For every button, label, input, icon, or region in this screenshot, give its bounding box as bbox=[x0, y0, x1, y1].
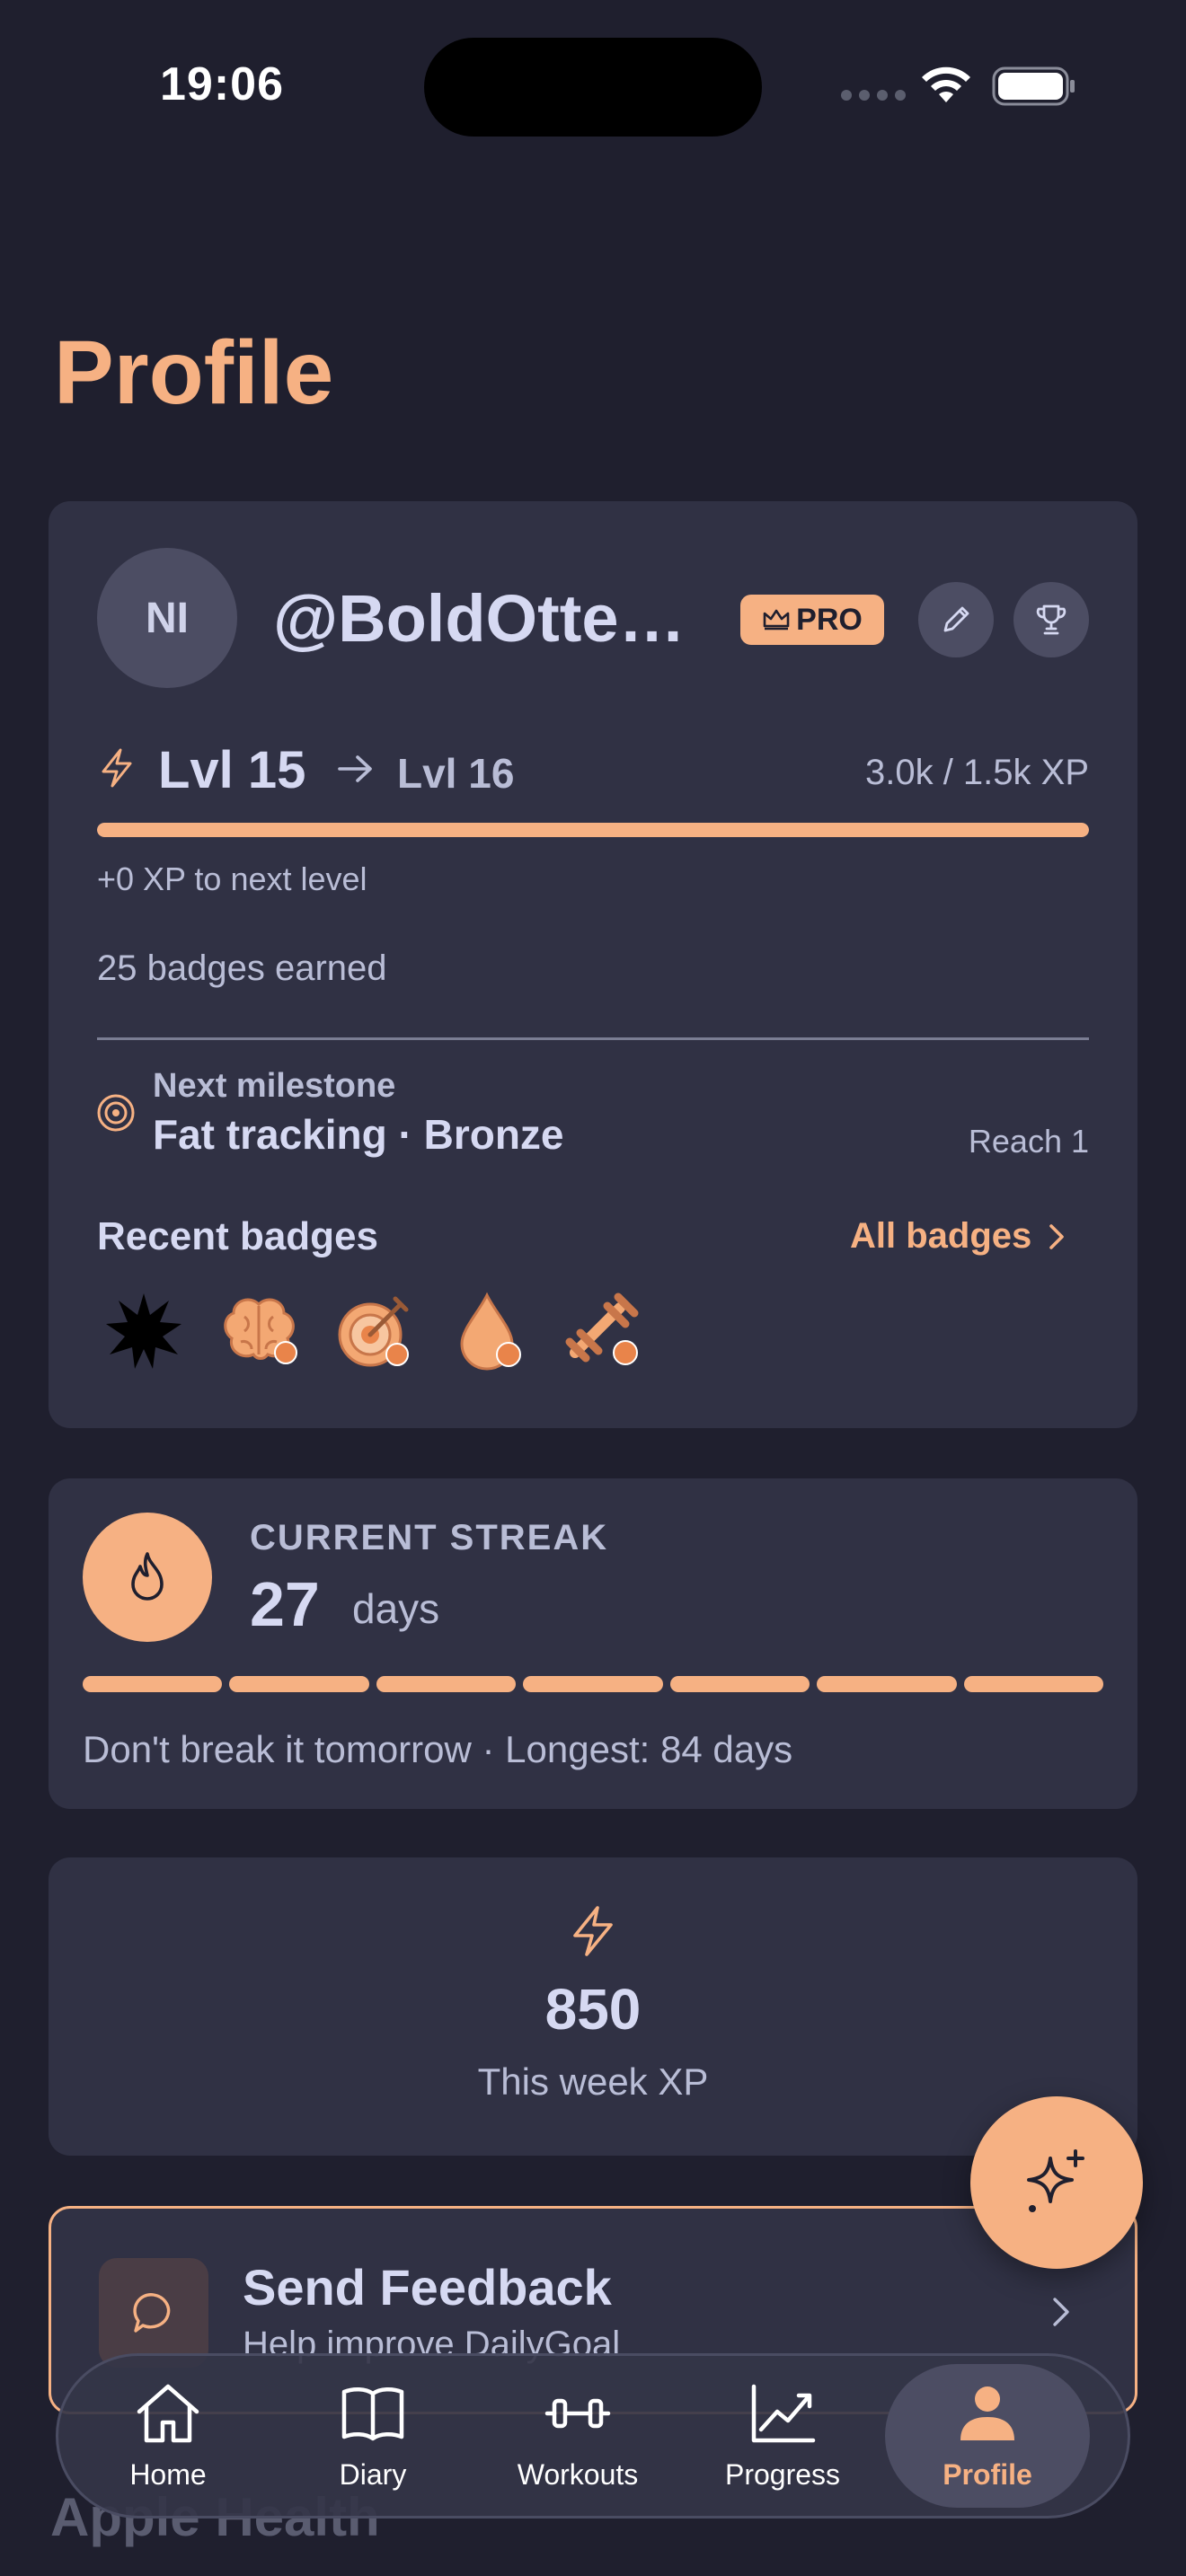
username: @BoldOtter… bbox=[273, 581, 701, 656]
lightning-icon bbox=[102, 748, 132, 788]
feedback-icon-box bbox=[99, 2258, 208, 2368]
edit-profile-button[interactable] bbox=[918, 582, 994, 657]
xp-ratio: 3.0k / 1.5k XP bbox=[864, 753, 1089, 792]
status-time: 19:06 bbox=[160, 58, 284, 110]
chart-icon bbox=[751, 2384, 816, 2442]
streak-segment bbox=[376, 1676, 517, 1692]
pencil-icon bbox=[943, 606, 969, 632]
lightning-icon bbox=[573, 1906, 613, 1956]
tab-home[interactable]: Home bbox=[66, 2364, 270, 2508]
pro-badge: PRO bbox=[740, 595, 884, 645]
tab-profile[interactable]: Profile bbox=[885, 2364, 1090, 2508]
dumbbell-badge-icon[interactable] bbox=[562, 1290, 645, 1372]
xp-to-next-level: +0 XP to next level bbox=[97, 860, 367, 897]
streak-unit: days bbox=[352, 1585, 440, 1632]
tab-progress[interactable]: Progress bbox=[680, 2364, 885, 2508]
tab-bar: Home Diary Workouts Progress Profile bbox=[56, 2353, 1130, 2519]
feedback-title: Send Feedback bbox=[243, 2259, 612, 2316]
arrow-right-icon bbox=[338, 755, 372, 782]
week-xp-label: This week XP bbox=[477, 2060, 709, 2103]
chevron-right-icon bbox=[1049, 1223, 1065, 1249]
avatar[interactable]: NI bbox=[97, 548, 237, 688]
streak-flame-badge bbox=[83, 1513, 212, 1642]
streak-segment bbox=[83, 1676, 223, 1692]
person-icon bbox=[960, 2386, 1014, 2440]
trophy-icon bbox=[1036, 604, 1067, 635]
cellular-signal-icon bbox=[841, 90, 906, 101]
brain-badge-icon[interactable] bbox=[217, 1290, 300, 1372]
tab-workouts[interactable]: Workouts bbox=[475, 2364, 680, 2508]
streak-segment bbox=[229, 1676, 369, 1692]
target-badge-icon[interactable] bbox=[332, 1290, 415, 1372]
dumbbell-icon bbox=[544, 2398, 611, 2428]
all-badges-label: All badges bbox=[850, 1216, 1032, 1256]
streak-segment bbox=[963, 1676, 1103, 1692]
tab-diary-label: Diary bbox=[339, 2457, 407, 2491]
target-icon bbox=[97, 1094, 135, 1132]
xp-progress-bar bbox=[97, 823, 1089, 837]
next-level: Lvl 16 bbox=[397, 750, 515, 797]
streak-segment bbox=[523, 1676, 663, 1692]
pro-label: PRO bbox=[796, 602, 863, 637]
home-icon bbox=[137, 2384, 199, 2442]
streak-note: Don't break it tomorrow · Longest: 84 da… bbox=[83, 1728, 793, 1770]
divider bbox=[97, 1037, 1089, 1040]
crown-icon bbox=[763, 609, 790, 631]
star-burst-badge-icon[interactable] bbox=[102, 1290, 185, 1372]
tab-home-label: Home bbox=[129, 2457, 207, 2491]
battery-icon bbox=[992, 66, 1075, 106]
page-title: Profile bbox=[54, 322, 334, 423]
streak-value: 27 bbox=[250, 1569, 320, 1639]
flame-icon bbox=[131, 1552, 164, 1601]
sparkles-icon bbox=[1027, 2149, 1084, 2212]
recent-badges-label: Recent badges bbox=[97, 1214, 378, 1258]
chat-bubble-icon bbox=[133, 2293, 171, 2333]
streak-progress bbox=[83, 1676, 1103, 1692]
achievements-button[interactable] bbox=[1013, 582, 1089, 657]
milestone-reach: Reach 1 bbox=[968, 1123, 1089, 1160]
book-icon bbox=[341, 2386, 404, 2440]
tab-workouts-label: Workouts bbox=[517, 2457, 639, 2491]
current-level: Lvl 15 bbox=[158, 741, 306, 799]
ai-assistant-button[interactable] bbox=[970, 2096, 1143, 2269]
week-xp-value: 850 bbox=[544, 1977, 642, 2042]
tab-progress-label: Progress bbox=[724, 2457, 841, 2491]
xp-progress-fill bbox=[97, 823, 1089, 837]
drop-badge-icon[interactable] bbox=[447, 1290, 530, 1372]
wifi-icon bbox=[922, 66, 970, 102]
tab-diary[interactable]: Diary bbox=[270, 2364, 475, 2508]
chevron-right-icon bbox=[1053, 2298, 1069, 2326]
streak-segment bbox=[669, 1676, 810, 1692]
milestone-name: Fat tracking · Bronze bbox=[153, 1111, 564, 1158]
dynamic-island bbox=[424, 38, 762, 137]
streak-label: CURRENT STREAK bbox=[250, 1518, 609, 1557]
milestone-label: Next milestone bbox=[153, 1067, 396, 1105]
all-badges-link[interactable]: All badges bbox=[850, 1216, 1066, 1257]
streak-segment bbox=[817, 1676, 957, 1692]
tab-profile-label: Profile bbox=[943, 2457, 1032, 2491]
badges-earned: 25 badges earned bbox=[97, 948, 387, 988]
